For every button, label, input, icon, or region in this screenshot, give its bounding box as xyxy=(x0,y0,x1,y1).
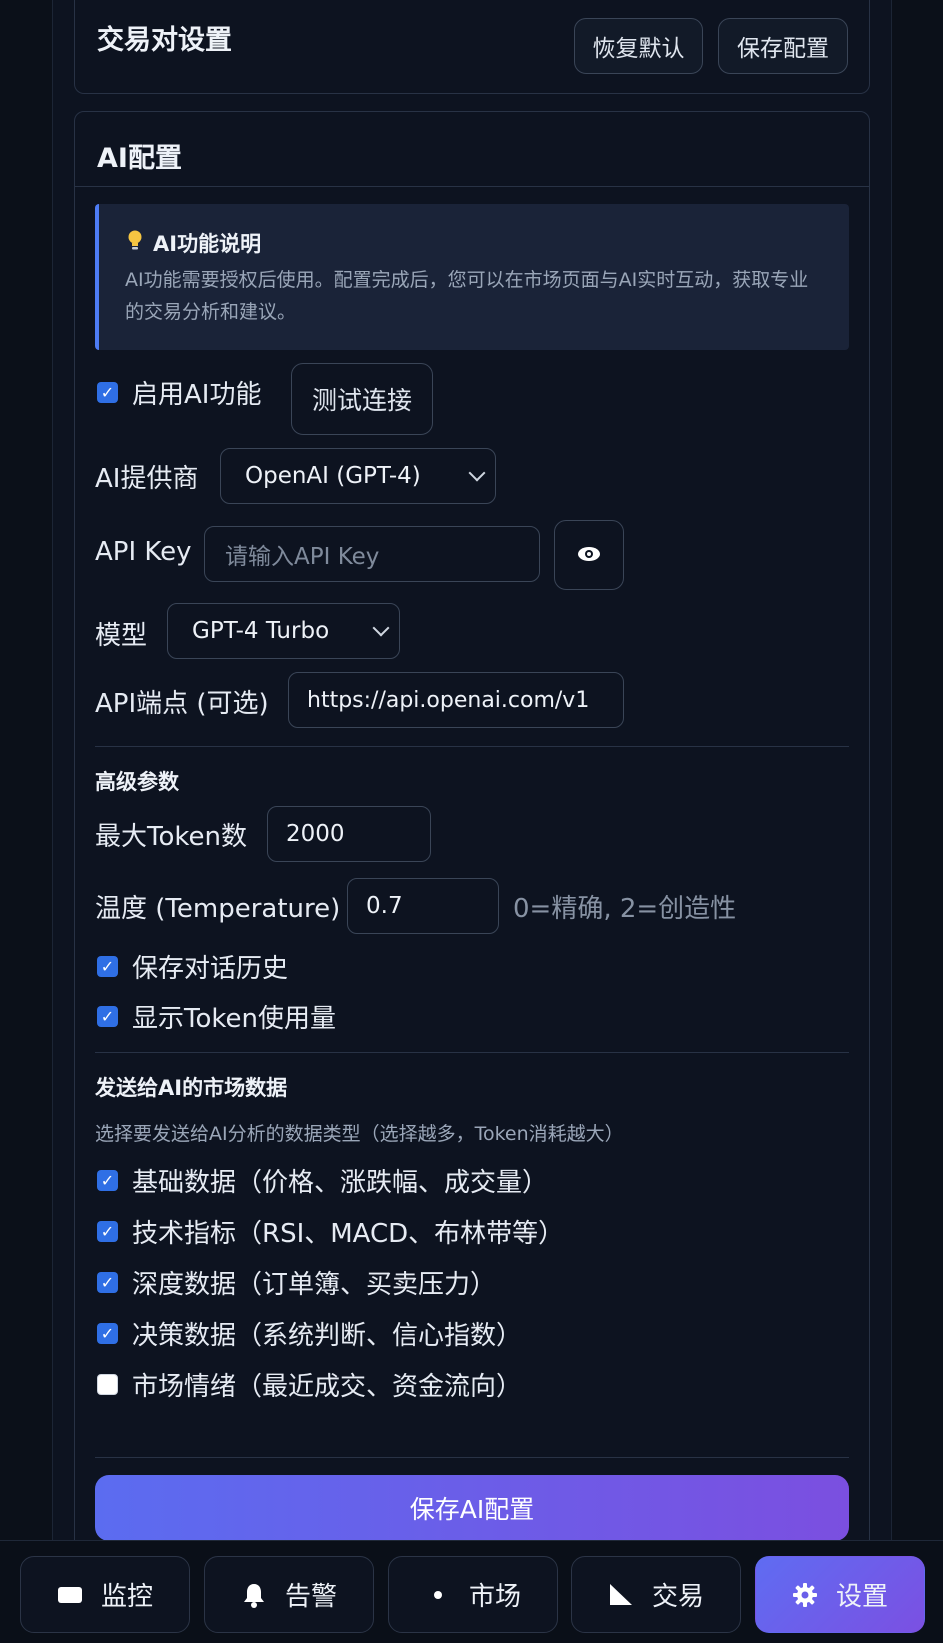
pair-settings-card: 交易对设置 恢复默认 保存配置 xyxy=(74,0,870,94)
market-option-checkbox[interactable] xyxy=(97,1374,118,1395)
advanced-title: 高级参数 xyxy=(95,770,179,794)
market-option-label: 深度数据（订单簿、买卖压力） xyxy=(132,1270,497,1300)
ai-info-title-row: AI功能说明 xyxy=(127,228,261,258)
nav-market[interactable]: 市场 xyxy=(388,1556,558,1633)
chevron-down-icon xyxy=(372,619,390,637)
temperature-hint: 0=精确, 2=创造性 xyxy=(513,894,737,924)
ai-info-text: AI功能需要授权后使用。配置完成后，您可以在市场页面与AI实时互动，获取专业的交… xyxy=(125,269,809,323)
provider-value: OpenAI (GPT-4) xyxy=(245,463,421,489)
chevron-down-icon xyxy=(468,464,486,482)
apikey-input[interactable]: 请输入API Key xyxy=(204,526,540,582)
market-option-row: 市场情绪（最近成交、资金流向） xyxy=(97,1366,522,1403)
market-option-label: 技术指标（RSI、MACD、布林带等） xyxy=(132,1219,565,1249)
nav-alerts[interactable]: 告警 xyxy=(204,1556,374,1633)
temperature-row: 温度 (Temperature) xyxy=(95,888,340,925)
save-history-checkbox[interactable]: ✓ xyxy=(97,956,118,977)
ai-config-header: AI配置 xyxy=(75,112,869,187)
market-option-checkbox[interactable]: ✓ xyxy=(97,1170,118,1191)
market-option-row: ✓ 技术指标（RSI、MACD、布林带等） xyxy=(97,1213,564,1250)
model-select[interactable]: GPT-4 Turbo xyxy=(167,603,400,659)
save-ai-config-button[interactable]: 保存AI配置 xyxy=(95,1475,849,1541)
bottom-nav: 监控 告警 市场 交易 设置 xyxy=(0,1540,943,1643)
market-option-checkbox[interactable]: ✓ xyxy=(97,1323,118,1344)
market-data-title: 发送给AI的市场数据 xyxy=(95,1076,288,1100)
eye-icon xyxy=(577,542,601,568)
provider-select[interactable]: OpenAI (GPT-4) xyxy=(220,448,496,504)
market-option-label: 市场情绪（最近成交、资金流向） xyxy=(132,1372,523,1402)
provider-row: AI提供商 xyxy=(95,458,198,495)
temperature-label: 温度 (Temperature) xyxy=(95,894,341,924)
max-tokens-label: 最大Token数 xyxy=(95,822,247,852)
divider xyxy=(95,1457,849,1458)
monitor-icon xyxy=(57,1582,83,1608)
pair-settings-title: 交易对设置 xyxy=(97,25,232,56)
market-option-row: ✓ 深度数据（订单簿、买卖压力） xyxy=(97,1264,496,1301)
dot-icon xyxy=(425,1582,451,1608)
save-history-row: ✓ 保存对话历史 xyxy=(97,948,288,985)
bell-icon xyxy=(241,1582,267,1608)
show-token-label: 显示Token使用量 xyxy=(132,1004,336,1034)
divider xyxy=(95,746,849,747)
nav-market-label: 市场 xyxy=(468,1582,521,1612)
save-config-button[interactable]: 保存配置 xyxy=(718,18,848,74)
market-option-row: ✓ 决策数据（系统判断、信心指数） xyxy=(97,1315,522,1352)
enable-ai-label: 启用AI功能 xyxy=(132,380,262,410)
provider-label: AI提供商 xyxy=(95,464,199,494)
show-token-row: ✓ 显示Token使用量 xyxy=(97,998,336,1035)
temperature-input[interactable]: 0.7 xyxy=(347,878,499,934)
nav-trade[interactable]: 交易 xyxy=(571,1556,741,1633)
divider xyxy=(95,1052,849,1053)
endpoint-input[interactable]: https://api.openai.com/v1 xyxy=(288,672,624,728)
test-connection-button[interactable]: 测试连接 xyxy=(291,363,433,435)
model-value: GPT-4 Turbo xyxy=(192,618,330,644)
nav-monitor[interactable]: 监控 xyxy=(20,1556,190,1633)
nav-trade-label: 交易 xyxy=(651,1582,704,1612)
show-token-checkbox[interactable]: ✓ xyxy=(97,1006,118,1027)
model-label: 模型 xyxy=(95,621,148,651)
ai-config-card: AI配置 AI功能说明 AI功能需要授权后使用。配置完成后，您可以在市场页面与A… xyxy=(74,111,870,1643)
market-option-label: 决策数据（系统判断、信心指数） xyxy=(132,1321,523,1351)
save-history-label: 保存对话历史 xyxy=(132,954,289,984)
max-tokens-row: 最大Token数 xyxy=(95,816,247,853)
apikey-label: API Key xyxy=(95,537,192,567)
max-tokens-input[interactable]: 2000 xyxy=(267,806,431,862)
endpoint-label: API端点 (可选) xyxy=(95,689,269,719)
nav-alerts-label: 告警 xyxy=(284,1582,337,1612)
lightbulb-icon xyxy=(127,230,143,257)
market-option-checkbox[interactable]: ✓ xyxy=(97,1221,118,1242)
toggle-visibility-button[interactable] xyxy=(554,520,624,590)
ai-info-box: AI功能说明 AI功能需要授权后使用。配置完成后，您可以在市场页面与AI实时互动… xyxy=(95,204,849,350)
market-data-hint: 选择要发送给AI分析的数据类型（选择越多，Token消耗越大） xyxy=(95,1123,624,1145)
endpoint-row: API端点 (可选) xyxy=(95,683,269,720)
nav-monitor-label: 监控 xyxy=(100,1582,153,1612)
restore-default-button[interactable]: 恢复默认 xyxy=(574,18,703,74)
apikey-row: API Key xyxy=(95,537,192,567)
market-option-label: 基础数据（价格、涨跌幅、成交量） xyxy=(132,1168,549,1198)
gear-icon xyxy=(792,1582,818,1608)
ai-config-title: AI配置 xyxy=(97,143,182,174)
model-row: 模型 xyxy=(95,615,147,652)
enable-ai-checkbox[interactable]: ✓ xyxy=(97,382,118,403)
chart-triangle-icon xyxy=(608,1582,634,1608)
market-option-row: ✓ 基础数据（价格、涨跌幅、成交量） xyxy=(97,1162,548,1199)
market-option-checkbox[interactable]: ✓ xyxy=(97,1272,118,1293)
nav-settings-label: 设置 xyxy=(835,1582,888,1612)
ai-info-title: AI功能说明 xyxy=(153,232,262,256)
enable-ai-row: ✓ 启用AI功能 xyxy=(97,374,261,411)
nav-settings[interactable]: 设置 xyxy=(755,1556,925,1633)
